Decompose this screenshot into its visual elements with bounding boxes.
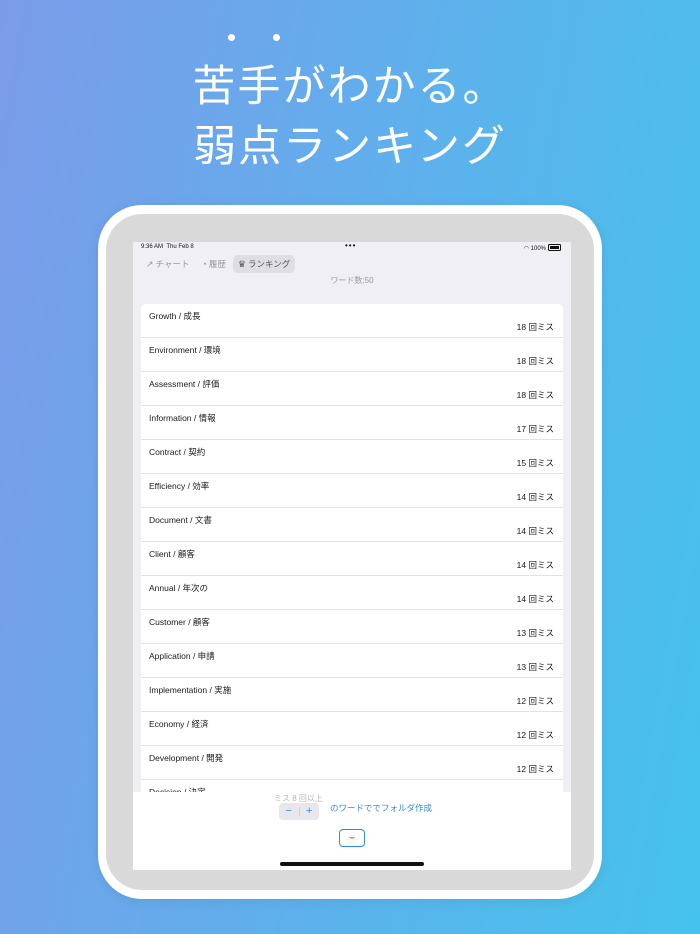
app-screen: 9:36 AM Thu Feb 8 ••• ◠ 100% ↗ チャート ◔ 履歴 ♛… [133, 242, 571, 870]
ranking-word: Application / 申請 [149, 651, 215, 661]
ranking-row[interactable]: Decision / 決定12 回ミス [141, 780, 563, 792]
ranking-miss-count: 15 回ミス [516, 458, 554, 468]
ranking-row[interactable]: Document / 文書 14 回ミス [141, 508, 563, 542]
collapse-button[interactable]: ⌣ [339, 829, 365, 847]
ranking-miss-count: 13 回ミス [516, 662, 554, 672]
ranking-miss-count: 12 回ミス [516, 730, 554, 740]
ranking-word: Growth / 成長 [149, 311, 201, 321]
ranking-miss-count: 14 回ミス [516, 594, 554, 604]
ranking-word: Contract / 契約 [149, 447, 206, 457]
ranking-row[interactable]: Information / 情報 17 回ミス [141, 406, 563, 440]
status-right: ◠ 100% [524, 244, 561, 252]
ranking-row[interactable]: Efficiency / 効率 14 回ミス [141, 474, 563, 508]
ranking-word: Implementation / 実施 [149, 685, 232, 695]
status-bar: 9:36 AM Thu Feb 8 ••• ◠ 100% [133, 242, 571, 254]
multitask-dots[interactable]: ••• [345, 242, 356, 250]
dakuten-dots [228, 34, 288, 42]
tab-ranking[interactable]: ♛ ランキング [232, 255, 296, 273]
create-folder-link[interactable]: のワードででフォルダ作成 [330, 802, 432, 814]
ranking-miss-count: 14 回ミス [516, 560, 554, 570]
ranking-miss-count: 14 回ミス [516, 492, 554, 502]
ranking-row[interactable]: Customer / 顧客 13 回ミス [141, 610, 563, 644]
ranking-word: Assessment / 評価 [149, 379, 220, 389]
ranking-miss-count: 18 回ミス [516, 322, 554, 332]
ranking-word: Document / 文書 [149, 515, 212, 525]
tab-chart[interactable]: ↗ チャート [141, 255, 194, 273]
word-count: ワード数:50 [330, 276, 374, 285]
history-icon: ◔ [201, 259, 207, 269]
segment-tabs: ↗ チャート ◔ 履歴 ♛ ランキング [141, 254, 297, 274]
threshold-stepper[interactable]: − + [279, 803, 319, 820]
ranking-miss-count: 14 回ミス [516, 526, 554, 536]
chart-icon: ↗ [146, 258, 154, 269]
ranking-word: Customer / 顧客 [149, 617, 210, 627]
ranking-miss-count: 18 回ミス [516, 356, 554, 366]
ranking-list[interactable]: Growth / 成長 18 回ミス Environment / 環境 18 回ミス A… [141, 304, 563, 792]
ranking-miss-count: 17 回ミス [516, 424, 554, 434]
battery-icon [548, 244, 561, 251]
crown-icon: ♛ [237, 258, 246, 269]
ranking-word: Economy / 経済 [149, 719, 209, 729]
ranking-word: Annual / 年次の [149, 583, 209, 593]
plus-button[interactable]: + [300, 803, 320, 820]
ranking-word: Environment / 環境 [149, 345, 221, 355]
ranking-miss-count: 13 回ミス [516, 628, 554, 638]
ranking-row[interactable]: Economy / 経済 12 回ミス [141, 712, 563, 746]
tab-history[interactable]: ◔ 履歴 [196, 255, 230, 273]
ranking-row[interactable]: Development / 開発 12 回ミス [141, 746, 563, 780]
minus-button[interactable]: − [279, 803, 299, 820]
ranking-row[interactable]: Application / 申請 13 回ミス [141, 644, 563, 678]
ranking-miss-count: 18 回ミス [516, 390, 554, 400]
ranking-word: Information / 情報 [149, 413, 216, 423]
wifi-icon: ◠ [523, 246, 529, 252]
ranking-row[interactable]: Environment / 環境 18 回ミス [141, 338, 563, 372]
ranking-row[interactable]: Implementation / 実施 12 回ミス [141, 678, 563, 712]
home-indicator [280, 862, 424, 866]
ranking-row[interactable]: Client / 顧客 14 回ミス [141, 542, 563, 576]
ranking-word: Client / 顧客 [149, 549, 195, 559]
bottom-toolbar: ミス 8 回以上 − + のワードででフォルダ作成 ⌣ [133, 792, 571, 870]
status-time: 9:36 AM Thu Feb 8 [141, 244, 194, 250]
ranking-row[interactable]: Contract / 契約 15 回ミス [141, 440, 563, 474]
ranking-word: Efficiency / 効率 [149, 481, 210, 491]
promo-subtitle: 弱点ランキング [193, 122, 507, 172]
ranking-word: Development / 開発 [149, 753, 224, 763]
ranking-row[interactable]: Assessment / 評価 18 回ミス [141, 372, 563, 406]
ranking-row[interactable]: Growth / 成長 18 回ミス [141, 304, 563, 338]
ranking-miss-count: 12 回ミス [516, 764, 554, 774]
ranking-row[interactable]: Annual / 年次の 14 回ミス [141, 576, 563, 610]
ranking-miss-count: 12 回ミス [516, 696, 554, 706]
promo-title: 苦手がわかる。 [192, 62, 508, 112]
